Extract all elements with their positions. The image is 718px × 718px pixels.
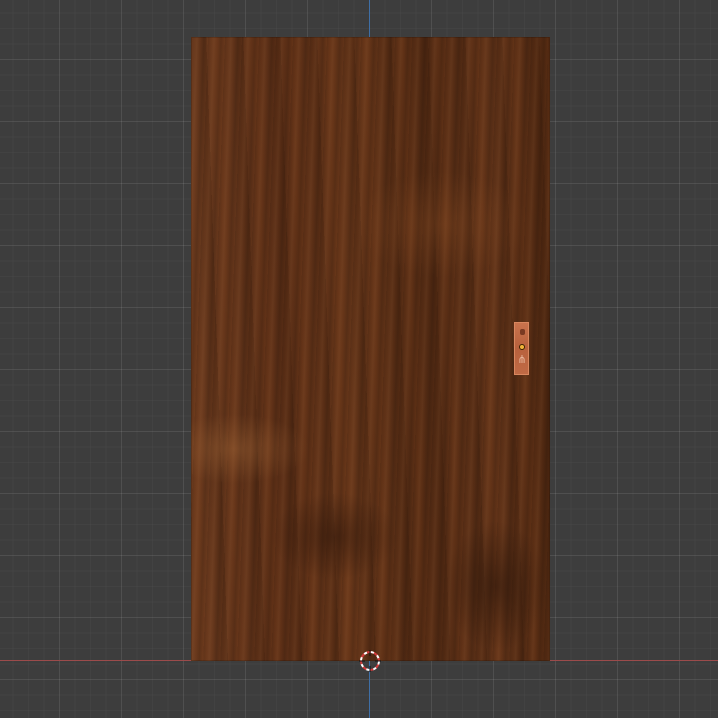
door-object[interactable] xyxy=(191,37,550,661)
handle-knob xyxy=(520,329,525,335)
3d-cursor-icon[interactable] xyxy=(359,650,381,672)
handle-detail-icon: ⋔ xyxy=(517,354,527,366)
object-origin-icon[interactable] xyxy=(519,344,525,350)
3d-viewport[interactable]: ⋔ xyxy=(0,0,718,718)
